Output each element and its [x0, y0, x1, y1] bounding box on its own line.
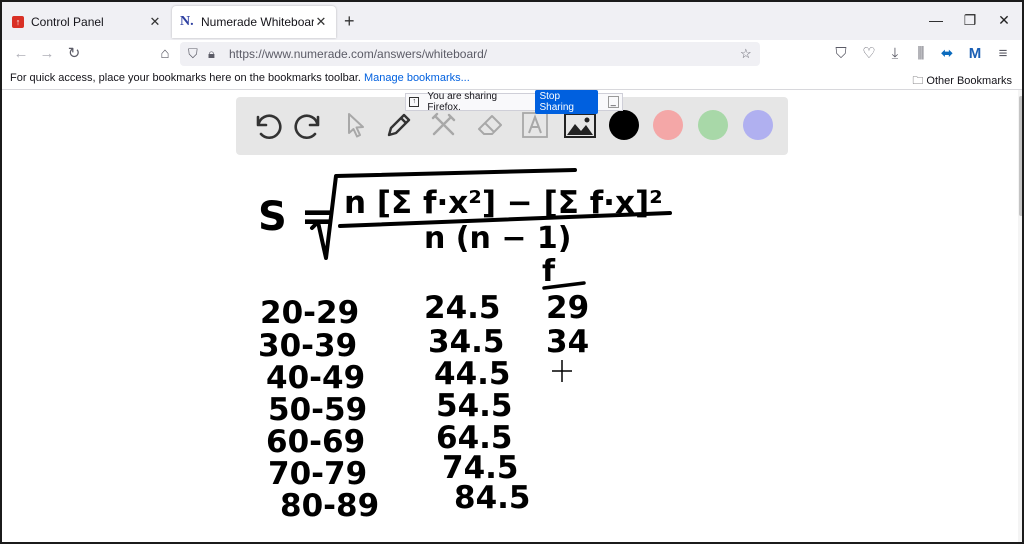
- frequency-header: f: [542, 254, 556, 289]
- class-interval: 40-49: [266, 360, 365, 396]
- midpoint: 84.5: [454, 480, 531, 516]
- formula-lhs: S =: [258, 194, 334, 240]
- midpoint: 54.5: [436, 388, 513, 424]
- midpoint: 34.5: [428, 324, 505, 360]
- handwritten-drawing: S = n [Σ f·x²] − [Σ f·x]² n (n − 1) f 20…: [258, 168, 672, 524]
- stop-sharing-button[interactable]: Stop Sharing: [535, 90, 598, 114]
- class-interval: 80-89: [280, 488, 379, 524]
- frequency-column: 29 34: [546, 290, 589, 360]
- class-intervals-column: 20-29 30-39 40-49 50-59 60-69 70-79 80-8…: [258, 295, 379, 524]
- scrollbar-thumb[interactable]: [1019, 96, 1023, 216]
- class-interval: 50-59: [268, 392, 367, 428]
- midpoint: 24.5: [424, 290, 501, 326]
- frequency: 34: [546, 324, 589, 360]
- page-scrollbar[interactable]: [1018, 90, 1024, 542]
- midpoint: 44.5: [434, 356, 511, 392]
- midpoints-column: 24.5 34.5 44.5 54.5 64.5 74.5 84.5: [424, 290, 531, 516]
- screen-share-icon: ↑: [409, 97, 420, 107]
- frequency: 29: [546, 290, 589, 326]
- class-interval: 30-39: [258, 328, 357, 364]
- crosshair-cursor-icon: [552, 360, 572, 382]
- class-interval: 70-79: [268, 456, 367, 492]
- sharing-indicator: ↑ You are sharing Firefox. Stop Sharing …: [405, 90, 623, 114]
- formula-denominator: n (n − 1): [424, 221, 571, 256]
- sharing-message: You are sharing Firefox.: [427, 91, 498, 113]
- class-interval: 60-69: [266, 424, 365, 460]
- class-interval: 20-29: [260, 295, 359, 331]
- minimize-sharing-icon[interactable]: _: [607, 96, 619, 108]
